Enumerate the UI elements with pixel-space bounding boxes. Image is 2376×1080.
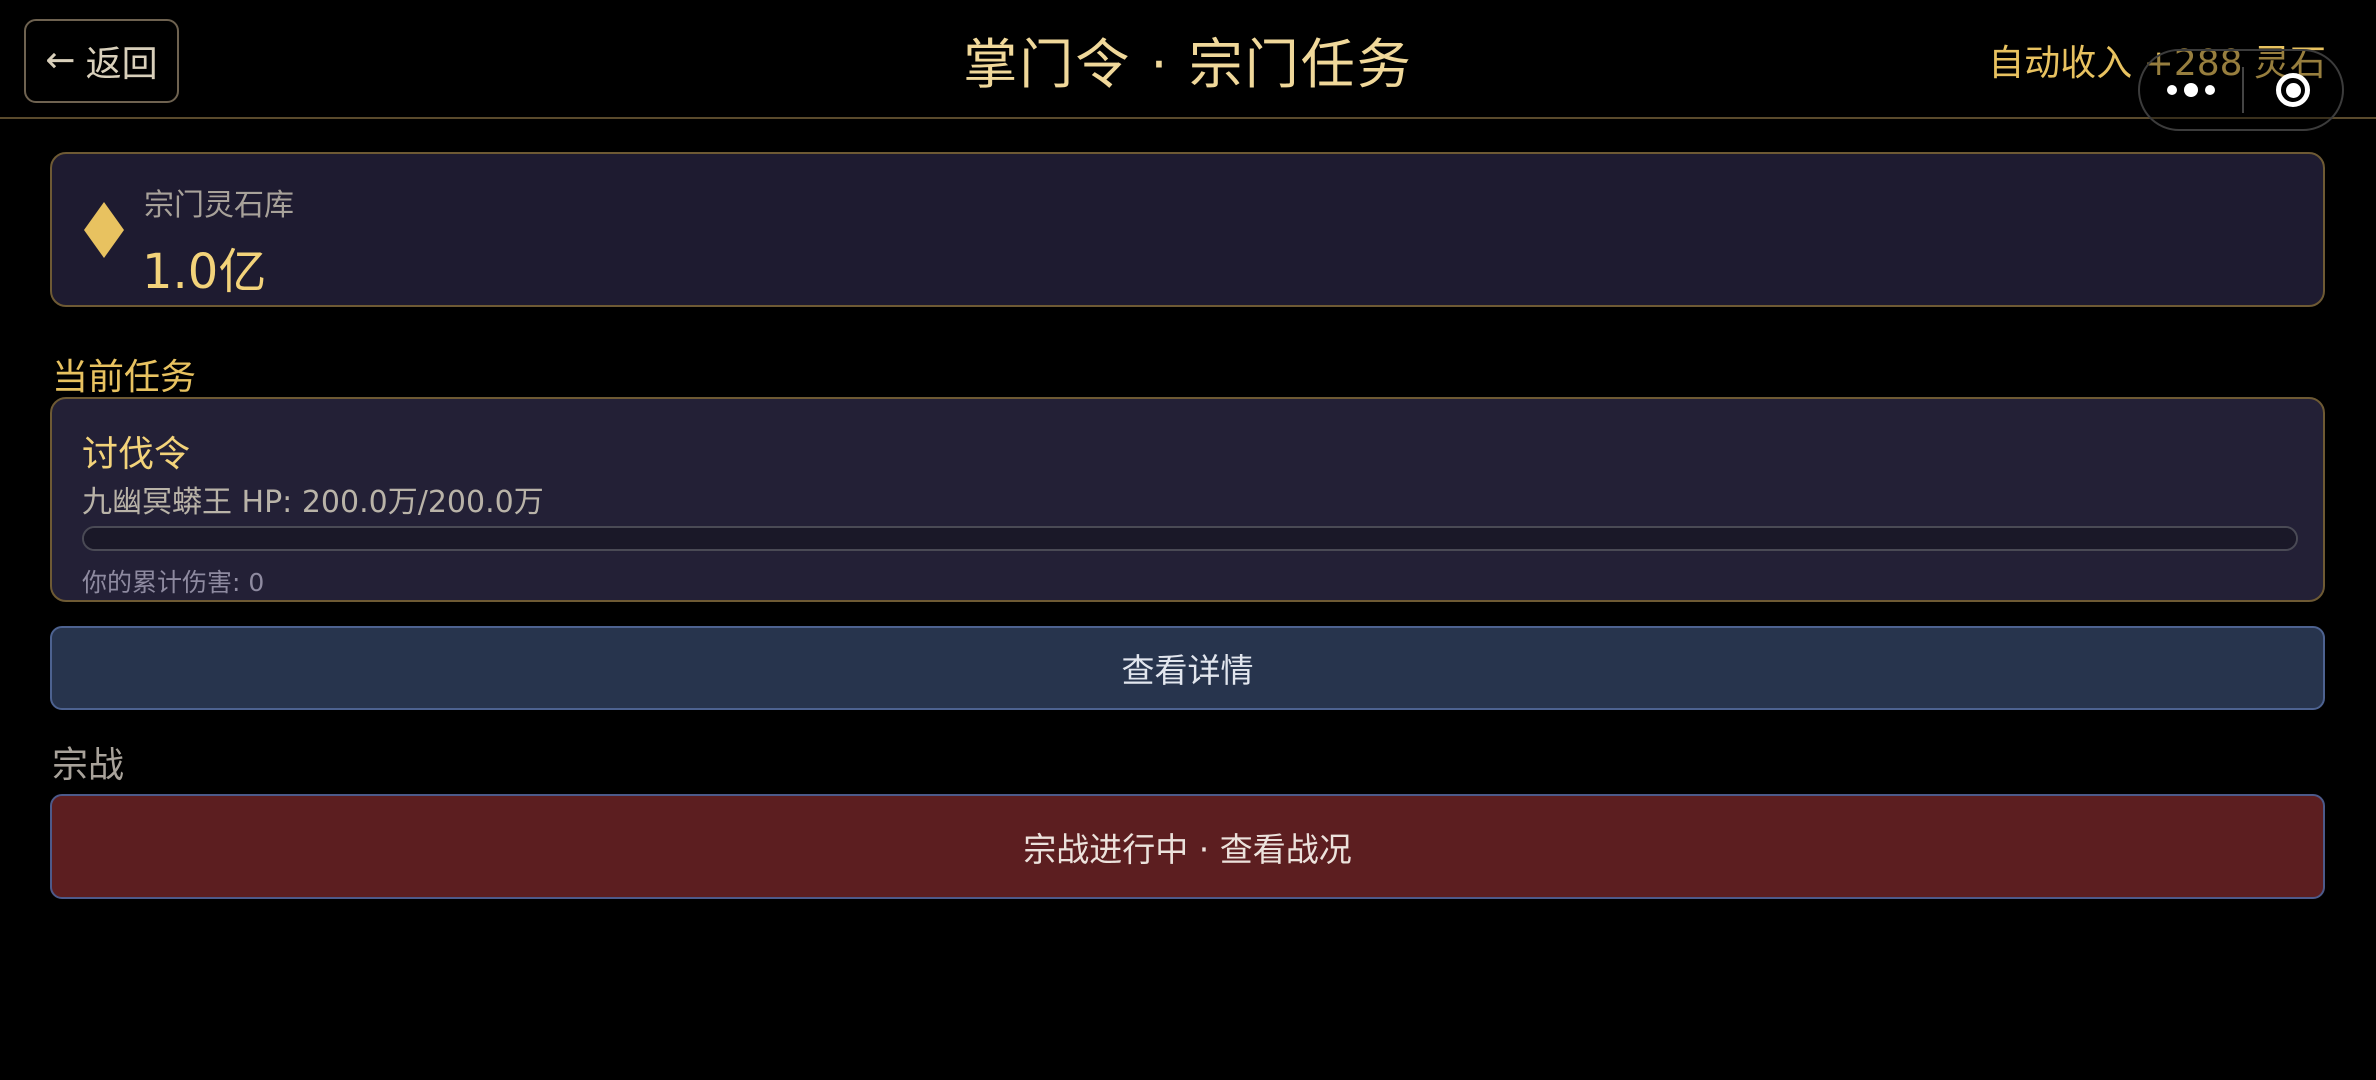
sect-vault-card: 宗门灵石库 1.0亿 [50, 152, 2325, 307]
back-button[interactable]: ← 返回 [24, 19, 179, 103]
boss-hp-bar [82, 526, 2298, 551]
vault-value: 1.0亿 [142, 244, 267, 300]
mini-program-capsule [2138, 49, 2344, 131]
gem-icon [84, 202, 124, 258]
vault-label: 宗门灵石库 [144, 188, 294, 223]
sect-war-heading: 宗战 [52, 745, 125, 786]
task-name: 讨伐令 [82, 434, 191, 475]
current-task-heading: 当前任务 [52, 357, 197, 398]
sect-war-status-button[interactable]: 宗战进行中 · 查看战况 [50, 794, 2325, 899]
back-label: 返回 [85, 44, 158, 85]
target-close-icon[interactable] [2244, 51, 2342, 129]
boss-hp-text: 九幽冥蟒王 HP: 200.0万/200.0万 [82, 485, 544, 520]
header-bar: ← 返回 掌门令 · 宗门任务 自动收入 +288 灵石 [0, 0, 2376, 131]
boss-hp-fill [84, 528, 2296, 549]
more-dots-icon[interactable] [2140, 51, 2242, 129]
view-details-button[interactable]: 查看详情 [50, 626, 2325, 710]
task-card: 讨伐令 九幽冥蟒王 HP: 200.0万/200.0万 你的累计伤害: 0 [50, 397, 2325, 602]
screen: ← 返回 掌门令 · 宗门任务 自动收入 +288 灵石 宗门灵石库 1.0亿 … [0, 0, 2376, 1080]
damage-text: 你的累计伤害: 0 [82, 568, 265, 597]
back-arrow-icon: ← [45, 40, 76, 81]
